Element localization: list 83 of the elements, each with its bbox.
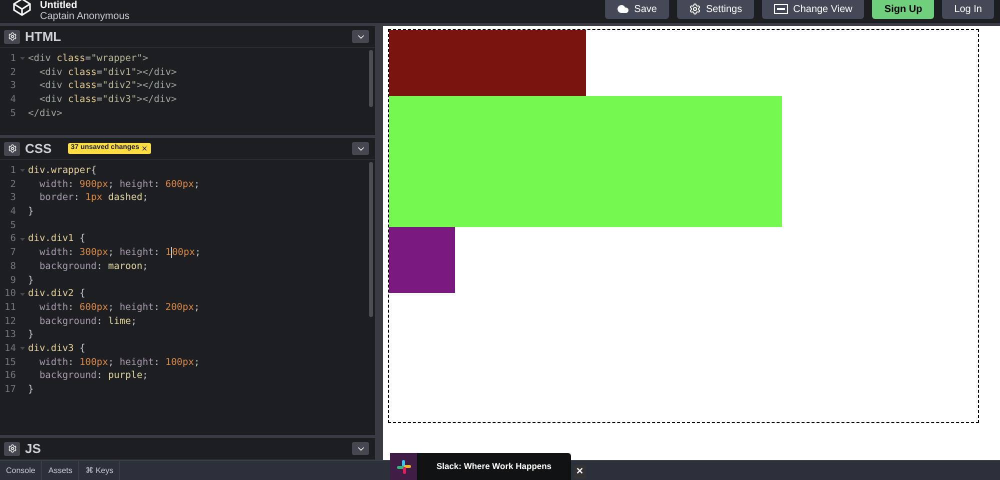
line-number: 10 bbox=[4, 287, 16, 301]
panel-title: CSS bbox=[25, 140, 52, 158]
line-number: 4 bbox=[9, 205, 16, 219]
code-line: width: 100px; height: 100px; bbox=[38, 356, 200, 370]
line-number: 2 bbox=[9, 66, 16, 80]
close-icon bbox=[141, 145, 148, 152]
line-number: 11 bbox=[4, 300, 16, 315]
sign-up-button[interactable]: Sign Up bbox=[872, 0, 934, 19]
pen-title[interactable]: Untitled bbox=[40, 0, 130, 11]
code-line: div.wrapper{ bbox=[28, 164, 97, 178]
code-line: } bbox=[28, 205, 34, 219]
settings-icon bbox=[688, 3, 701, 15]
settings-icon bbox=[8, 32, 16, 41]
line-number: 5 bbox=[9, 218, 16, 232]
header-button[interactable]: Save bbox=[605, 0, 669, 19]
code-line: background: maroon; bbox=[38, 260, 148, 274]
scrollbar[interactable] bbox=[369, 50, 373, 107]
panel-title: JS bbox=[25, 440, 41, 458]
line-number: 16 bbox=[4, 369, 16, 383]
line-number: 2 bbox=[9, 178, 16, 192]
code-line: } bbox=[28, 383, 34, 397]
line-number: 17 bbox=[4, 383, 16, 397]
header-button[interactable]: Log In bbox=[942, 0, 994, 19]
fold-arrow-icon[interactable] bbox=[20, 57, 24, 60]
code-line: div.div2 { bbox=[28, 287, 86, 301]
code-line: border: 1px dashed; bbox=[38, 191, 148, 206]
cube-logo-icon[interactable] bbox=[12, 0, 32, 17]
header-button[interactable]: Settings bbox=[676, 0, 754, 19]
code-line: <div class="div3"></div> bbox=[38, 93, 177, 107]
line-number: 3 bbox=[9, 191, 16, 206]
collapse-button[interactable] bbox=[352, 30, 369, 43]
line-number: 1 bbox=[9, 164, 16, 178]
code-line: div.div1 { bbox=[28, 232, 86, 246]
panel-title: HTML bbox=[25, 28, 62, 46]
collapse-button[interactable] bbox=[352, 442, 369, 455]
line-number: 13 bbox=[4, 328, 16, 342]
footer-tab[interactable]: ⌘ Keys bbox=[79, 461, 120, 480]
window-icon bbox=[774, 4, 788, 14]
footer-tab[interactable]: Console bbox=[0, 461, 42, 480]
line-number: 4 bbox=[9, 93, 16, 107]
code-line: <div class="wrapper"> bbox=[28, 52, 148, 66]
fold-arrow-icon[interactable] bbox=[20, 238, 24, 241]
settings-button[interactable] bbox=[4, 442, 20, 456]
code-line: background: lime; bbox=[38, 314, 137, 328]
code-line: div.div3 { bbox=[28, 342, 86, 356]
collapse-button[interactable] bbox=[352, 142, 369, 155]
settings-button[interactable] bbox=[4, 30, 20, 44]
code-line: } bbox=[28, 274, 34, 288]
code-line: background: purple; bbox=[38, 369, 148, 383]
footer-tab[interactable]: Assets bbox=[42, 461, 80, 480]
slack-logo-icon bbox=[396, 458, 412, 474]
panel-splitter[interactable] bbox=[375, 26, 383, 460]
code-line: <div class="div1"></div> bbox=[38, 66, 177, 80]
code-line: <div class="div2"></div> bbox=[38, 79, 177, 94]
settings-button[interactable] bbox=[4, 142, 20, 156]
author-name[interactable]: Captain Anonymous bbox=[40, 11, 130, 22]
line-number: 15 bbox=[4, 356, 16, 370]
text-cursor bbox=[171, 247, 172, 258]
line-number: 3 bbox=[9, 79, 16, 94]
line-number: 12 bbox=[4, 314, 16, 328]
code-line: </div> bbox=[28, 106, 62, 120]
header-button[interactable]: Change View bbox=[762, 0, 864, 19]
scrollbar[interactable] bbox=[369, 162, 373, 317]
cloud-icon bbox=[617, 3, 630, 15]
line-number: 14 bbox=[4, 342, 16, 356]
line-number: 7 bbox=[9, 246, 16, 260]
line-number: 9 bbox=[9, 274, 16, 288]
line-number: 1 bbox=[9, 52, 16, 66]
line-number: 5 bbox=[9, 106, 16, 120]
ad-text: Slack: Where Work Happens bbox=[435, 460, 553, 473]
close-button[interactable]: ✕ bbox=[574, 464, 586, 478]
code-line: width: 300px; height: 1 00px; bbox=[38, 246, 201, 260]
code-line: width: 900px; height: 600px; bbox=[38, 178, 200, 192]
fold-arrow-icon[interactable] bbox=[20, 347, 24, 350]
code-line: } bbox=[28, 328, 34, 342]
line-number: 8 bbox=[9, 260, 16, 274]
settings-icon bbox=[8, 144, 16, 153]
fold-arrow-icon[interactable] bbox=[20, 292, 24, 296]
line-number: 6 bbox=[9, 232, 16, 246]
settings-icon bbox=[8, 444, 16, 453]
ad-banner[interactable]: Slack: Where Work Happens bbox=[390, 453, 571, 480]
code-line: width: 600px; height: 200px; bbox=[38, 300, 200, 315]
fold-arrow-icon[interactable] bbox=[20, 169, 24, 172]
